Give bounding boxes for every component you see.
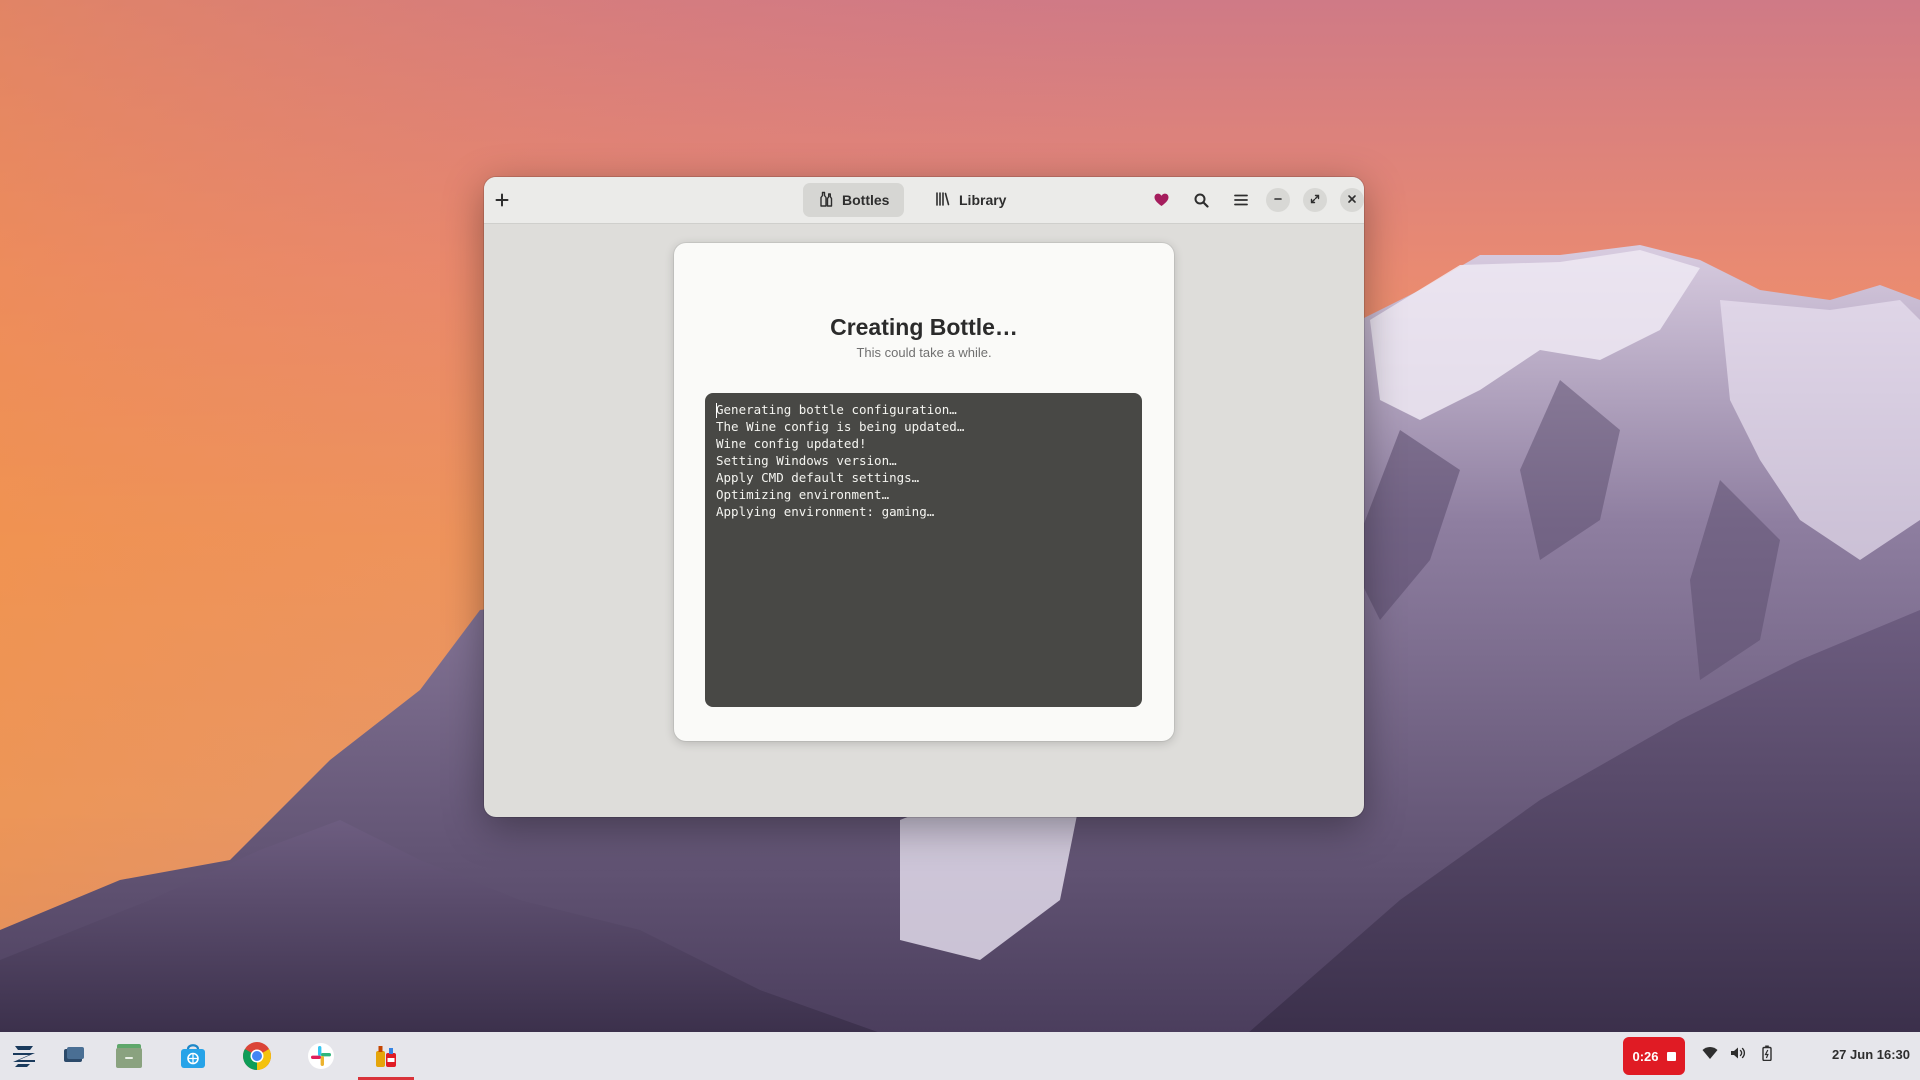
stop-recording-icon bbox=[1666, 1051, 1676, 1061]
maximize-button[interactable] bbox=[1303, 188, 1327, 212]
window-content: Creating Bottle… This could take a while… bbox=[484, 224, 1364, 817]
main-menu-button[interactable] bbox=[1226, 185, 1256, 215]
tab-bottles-label: Bottles bbox=[842, 192, 890, 208]
volume-status[interactable] bbox=[1728, 1045, 1748, 1065]
search-button[interactable] bbox=[1186, 185, 1216, 215]
software-store-icon bbox=[178, 1042, 208, 1070]
log-line: Applying environment: gaming… bbox=[716, 504, 935, 519]
log-line: Setting Windows version… bbox=[716, 453, 897, 468]
battery-icon bbox=[1762, 1045, 1772, 1066]
screen-recording-indicator[interactable]: 0:26 bbox=[1623, 1037, 1685, 1075]
heart-icon bbox=[1154, 193, 1169, 207]
header-bar: Bottles Library bbox=[484, 177, 1364, 224]
workspaces-icon bbox=[62, 1046, 86, 1066]
add-bottle-button[interactable] bbox=[487, 185, 517, 215]
log-line: The Wine config is being updated… bbox=[716, 419, 965, 434]
dialog-subtitle: This could take a while. bbox=[856, 345, 992, 360]
menu-icon bbox=[1234, 194, 1248, 206]
maximize-icon bbox=[1310, 191, 1320, 209]
library-icon bbox=[935, 191, 951, 210]
bottles-app-button[interactable] bbox=[368, 1038, 404, 1074]
workspaces-button[interactable] bbox=[56, 1038, 92, 1074]
tab-library[interactable]: Library bbox=[920, 183, 1021, 217]
text-caret bbox=[716, 403, 717, 418]
log-line: Wine config updated! bbox=[716, 436, 867, 451]
battery-status[interactable] bbox=[1757, 1045, 1777, 1065]
tab-bottles[interactable]: Bottles bbox=[803, 183, 905, 217]
donate-button[interactable] bbox=[1146, 185, 1176, 215]
files-icon bbox=[114, 1042, 144, 1070]
wifi-status[interactable] bbox=[1700, 1045, 1720, 1065]
zorin-menu-icon bbox=[10, 1044, 38, 1068]
tab-library-label: Library bbox=[959, 192, 1007, 208]
chrome-button[interactable] bbox=[239, 1038, 275, 1074]
clock[interactable]: 27 Jun 16:30 bbox=[1800, 1047, 1910, 1062]
software-store-button[interactable] bbox=[175, 1038, 211, 1074]
log-line: Generating bottle configuration… bbox=[716, 402, 957, 417]
minimize-button[interactable] bbox=[1266, 188, 1290, 212]
bottles-window: Bottles Library Creating Bottle… This co… bbox=[484, 177, 1364, 817]
slack-icon bbox=[307, 1042, 335, 1070]
creating-bottle-dialog: Creating Bottle… This could take a while… bbox=[674, 243, 1174, 741]
log-line: Optimizing environment… bbox=[716, 487, 890, 502]
zorin-menu-button[interactable] bbox=[6, 1038, 42, 1074]
minimize-icon bbox=[1273, 191, 1283, 209]
recording-time: 0:26 bbox=[1632, 1048, 1659, 1064]
dialog-title: Creating Bottle… bbox=[830, 314, 1018, 340]
wifi-icon bbox=[1702, 1046, 1718, 1065]
slack-button[interactable] bbox=[303, 1038, 339, 1074]
bottles-icon bbox=[818, 191, 834, 210]
add-icon bbox=[495, 193, 509, 207]
files-app-button[interactable] bbox=[111, 1038, 147, 1074]
log-line: Apply CMD default settings… bbox=[716, 470, 920, 485]
close-icon bbox=[1347, 191, 1357, 209]
bottles-app-icon bbox=[372, 1042, 400, 1070]
volume-icon bbox=[1730, 1046, 1746, 1065]
chrome-icon bbox=[242, 1041, 272, 1071]
close-button[interactable] bbox=[1340, 188, 1364, 212]
search-icon bbox=[1194, 193, 1209, 208]
creation-log-output[interactable]: Generating bottle configuration… The Win… bbox=[705, 393, 1142, 707]
